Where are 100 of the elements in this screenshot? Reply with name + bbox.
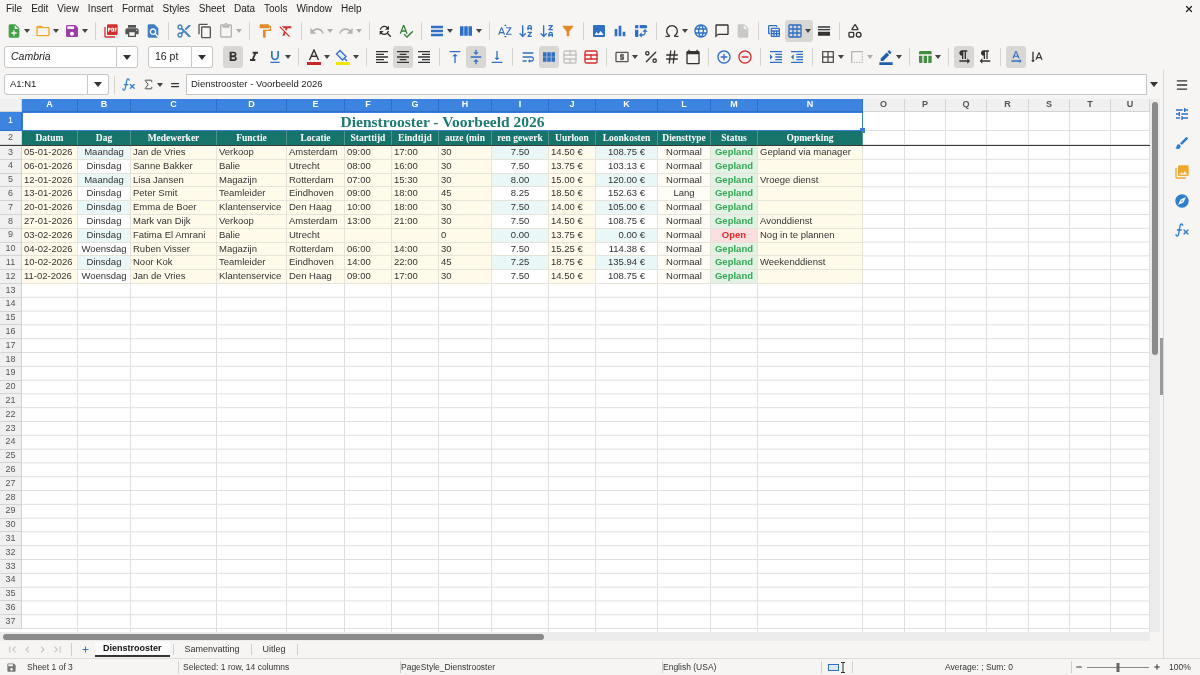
- column-header[interactable]: O: [863, 99, 905, 112]
- column-header[interactable]: P: [905, 99, 946, 112]
- menu-item[interactable]: Styles: [158, 2, 194, 16]
- table-cell: 30: [439, 201, 492, 215]
- menu-item[interactable]: View: [53, 2, 83, 16]
- bold-button[interactable]: [223, 46, 243, 68]
- font-color-button[interactable]: [304, 46, 332, 68]
- scrollbar-thumb[interactable]: [3, 633, 544, 640]
- align-center-button[interactable]: [393, 46, 413, 68]
- menu-item[interactable]: Help: [337, 2, 366, 16]
- scrollbar-thumb[interactable]: [1152, 102, 1158, 355]
- row-header[interactable]: 6: [0, 187, 22, 202]
- clear-formatting-icon: [278, 23, 294, 39]
- sidebar-menu-button[interactable]: [1174, 77, 1190, 93]
- column-header[interactable]: I: [492, 99, 549, 112]
- row-header[interactable]: 17: [0, 339, 22, 353]
- column-header[interactable]: T: [1070, 99, 1111, 112]
- column-header[interactable]: R: [987, 99, 1029, 112]
- row-header[interactable]: 7: [0, 201, 22, 215]
- sheet-tab[interactable]: Dienstrooster: [95, 642, 170, 657]
- row-header[interactable]: 37: [0, 615, 22, 629]
- table-cell: Teamleider: [217, 256, 287, 271]
- menu-item[interactable]: Insert: [83, 2, 117, 16]
- styles-button[interactable]: [1174, 135, 1190, 151]
- table-cell: Peter Smit: [131, 187, 217, 202]
- caret-icon: [838, 55, 844, 59]
- caret-icon: [285, 55, 291, 59]
- table-cell: Normaal: [658, 146, 711, 160]
- table-cell: Gepland via manager: [758, 146, 863, 160]
- column-header[interactable]: S: [1029, 99, 1070, 112]
- column-header[interactable]: E: [287, 99, 345, 112]
- row-header[interactable]: 3: [0, 146, 22, 160]
- row-header[interactable]: 22: [0, 408, 22, 422]
- status-cell: Gepland: [711, 270, 758, 284]
- column-header[interactable]: N: [758, 99, 863, 112]
- column-header[interactable]: B: [78, 99, 131, 112]
- menu-item[interactable]: Window: [292, 2, 336, 16]
- table-cell: 13-01-2026: [22, 187, 78, 202]
- calendar-icon: [685, 49, 701, 65]
- functions-button[interactable]: [1174, 222, 1190, 238]
- table-cell: 18:00: [392, 201, 439, 215]
- row-header[interactable]: 16: [0, 325, 22, 340]
- row-header[interactable]: 11: [0, 256, 22, 271]
- row-header[interactable]: 2: [0, 131, 22, 145]
- sidebar-collapse-handle[interactable]: [1160, 338, 1163, 395]
- column-header[interactable]: G: [392, 99, 439, 112]
- row-header[interactable]: 31: [0, 532, 22, 547]
- caret-icon: [476, 29, 482, 33]
- column-header[interactable]: H: [439, 99, 492, 112]
- sheet-tab[interactable]: Samenvatting: [176, 642, 248, 657]
- row-header[interactable]: 1: [0, 112, 22, 131]
- table-cell: Weekenddienst: [758, 256, 863, 271]
- formula-input[interactable]: Dienstrooster - Voorbeeld 2026: [186, 74, 1147, 95]
- row-header[interactable]: 26: [0, 463, 22, 478]
- row-header[interactable]: 32: [0, 546, 22, 560]
- font-name-field[interactable]: Cambria: [4, 46, 117, 68]
- column-header[interactable]: D: [217, 99, 287, 112]
- merge-and-center-button[interactable]: [539, 46, 559, 68]
- menu-item[interactable]: Data: [229, 2, 260, 16]
- name-box[interactable]: A1:N1: [4, 74, 88, 95]
- zoom-in-button[interactable]: [1151, 661, 1163, 673]
- column-header[interactable]: C: [131, 99, 217, 112]
- menu-item[interactable]: Format: [117, 2, 158, 16]
- hash-icon: [664, 49, 680, 65]
- table-cell: 09:00: [345, 187, 392, 202]
- menu-item[interactable]: Tools: [260, 2, 292, 16]
- table-cell: Den Haag: [287, 270, 345, 284]
- dropdown-button[interactable]: [192, 46, 213, 68]
- table-cell: 8.25: [492, 187, 549, 202]
- menu-item[interactable]: Sheet: [194, 2, 229, 16]
- properties-button[interactable]: [1174, 106, 1190, 122]
- column-header[interactable]: M: [711, 99, 758, 112]
- sort-descending-icon: [539, 23, 555, 39]
- align-left-icon: [374, 49, 390, 65]
- row-header[interactable]: 27: [0, 477, 22, 491]
- row-header[interactable]: 36: [0, 601, 22, 616]
- left-to-right-button[interactable]: [954, 46, 974, 68]
- zoom-slider-thumb[interactable]: [1116, 662, 1120, 672]
- column-header[interactable]: Q: [946, 99, 987, 112]
- row-header[interactable]: 12: [0, 270, 22, 284]
- menu-item[interactable]: File: [2, 2, 27, 16]
- table-cell: 17:00: [392, 270, 439, 284]
- column-header[interactable]: L: [658, 99, 711, 112]
- column-header[interactable]: F: [345, 99, 392, 112]
- row-header[interactable]: 21: [0, 394, 22, 409]
- column-header[interactable]: A: [22, 99, 78, 112]
- font-size-field[interactable]: 16 pt: [148, 46, 192, 68]
- dropdown-button[interactable]: [88, 74, 109, 95]
- center-vertically-button[interactable]: [466, 46, 486, 68]
- sheet-tab[interactable]: Uitleg: [254, 642, 294, 657]
- horizontal-scrollbar[interactable]: [0, 632, 1150, 641]
- table-cell: Jan de Vries: [131, 146, 217, 160]
- selection-summary: Average: ; Sum: 0: [945, 661, 1013, 672]
- column-header[interactable]: J: [549, 99, 596, 112]
- column-header[interactable]: K: [596, 99, 658, 112]
- navigator-button[interactable]: [1174, 193, 1190, 209]
- dropdown-button[interactable]: [117, 46, 138, 68]
- menu-item[interactable]: Edit: [27, 2, 53, 16]
- vertical-scrollbar[interactable]: [1150, 99, 1160, 632]
- column-header[interactable]: U: [1111, 99, 1150, 112]
